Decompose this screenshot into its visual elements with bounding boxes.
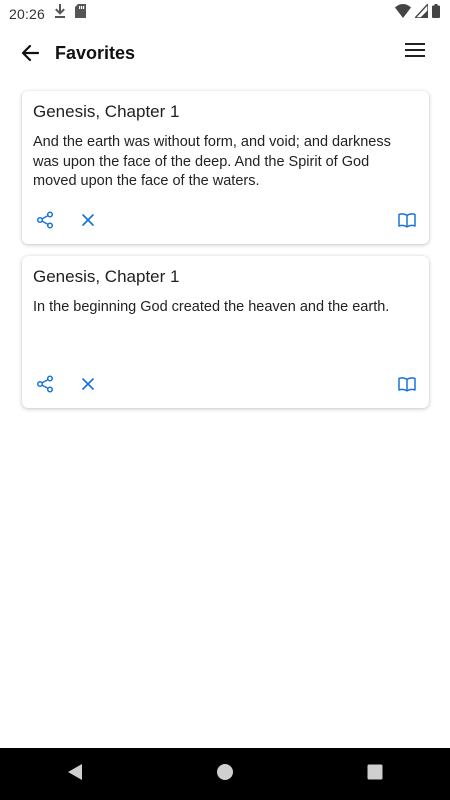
- close-icon: [81, 213, 95, 232]
- sd-card-icon: [75, 4, 87, 23]
- status-right: [395, 2, 440, 23]
- share-icon: [36, 210, 54, 234]
- menu-icon: [405, 42, 425, 63]
- nav-back-button[interactable]: [55, 754, 95, 794]
- battery-icon: [432, 4, 440, 23]
- favorite-verse-text: In the beginning God created the heaven …: [33, 299, 390, 315]
- recents-square-icon: [367, 764, 383, 785]
- wifi-icon: [395, 4, 411, 23]
- share-button[interactable]: [33, 374, 57, 398]
- book-icon: [398, 376, 416, 397]
- status-left: 20:26: [9, 4, 87, 23]
- share-icon: [36, 374, 54, 398]
- home-circle-icon: [216, 763, 234, 786]
- open-chapter-button[interactable]: [395, 374, 419, 398]
- back-button[interactable]: [17, 42, 43, 68]
- favorite-title: Genesis, Chapter 1: [33, 267, 180, 286]
- favorite-actions: [22, 374, 429, 398]
- book-icon: [398, 212, 416, 233]
- menu-button[interactable]: [402, 39, 428, 65]
- close-icon: [81, 377, 95, 396]
- app-bar: Favorites: [0, 27, 450, 83]
- favorites-screen: 20:26 Favorites Genesis, Chapter 1 And t…: [0, 0, 450, 800]
- favorite-card: Genesis, Chapter 1 In the beginning God …: [22, 256, 429, 408]
- favorite-verse-text: And the earth was without form, and void…: [33, 134, 391, 189]
- signal-icon: [413, 2, 429, 23]
- back-arrow-icon: [21, 44, 40, 67]
- status-time: 20:26: [9, 5, 46, 22]
- remove-favorite-button[interactable]: [76, 374, 100, 398]
- download-icon: [54, 4, 66, 23]
- open-chapter-button[interactable]: [395, 210, 419, 234]
- system-nav-bar: [0, 748, 450, 800]
- page-title: Favorites: [55, 43, 136, 63]
- remove-favorite-button[interactable]: [76, 210, 100, 234]
- nav-recents-button[interactable]: [355, 754, 395, 794]
- favorite-title: Genesis, Chapter 1: [33, 102, 180, 121]
- nav-home-button[interactable]: [205, 754, 245, 794]
- favorite-card: Genesis, Chapter 1 And the earth was wit…: [22, 91, 429, 244]
- share-button[interactable]: [33, 210, 57, 234]
- status-bar: 20:26: [0, 0, 450, 27]
- favorite-actions: [22, 210, 429, 234]
- back-triangle-icon: [67, 763, 83, 786]
